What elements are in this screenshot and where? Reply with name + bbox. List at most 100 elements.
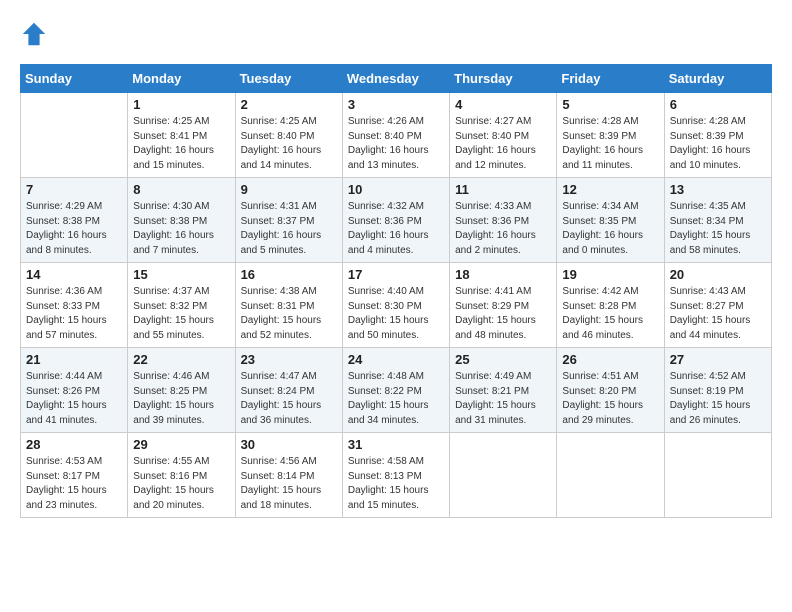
calendar-cell: 2Sunrise: 4:25 AM Sunset: 8:40 PM Daylig… <box>235 93 342 178</box>
calendar-cell: 1 Sunrise: 4:25 AM Sunset: 8:41 PM Daylig… <box>128 93 235 178</box>
weekday-header-friday: Friday <box>557 65 664 93</box>
calendar-cell: 20 Sunrise: 4:43 AM Sunset: 8:27 PM Dayli… <box>664 263 771 348</box>
day-number: 13 <box>670 182 766 197</box>
day-info: Sunrise: 4:36 AM Sunset: 8:33 PM Dayligh… <box>26 285 122 343</box>
day-number: 19 <box>562 267 658 282</box>
day-number: 1 <box>133 97 229 112</box>
calendar-cell: 21Sunrise: 4:44 AM Sunset: 8:26 PM Dayli… <box>21 348 128 433</box>
day-number: 8 <box>133 182 229 197</box>
day-info: Sunrise: 4:35 AM Sunset: 8:34 PM Dayligh… <box>670 200 766 258</box>
weekday-header-wednesday: Wednesday <box>342 65 449 93</box>
weekday-header-row: SundayMondayTuesdayWednesdayThursdayFrid… <box>21 65 772 93</box>
day-number: 20 <box>670 267 766 282</box>
calendar-cell: 5Sunrise: 4:28 AM Sunset: 8:39 PM Daylig… <box>557 93 664 178</box>
day-info: Sunrise: 4:27 AM Sunset: 8:40 PM Dayligh… <box>455 115 551 173</box>
calendar-cell: 25 Sunrise: 4:49 AM Sunset: 8:21 PM Dayli… <box>450 348 557 433</box>
calendar-cell: 24 Sunrise: 4:48 AM Sunset: 8:22 PM Dayli… <box>342 348 449 433</box>
calendar-cell: 30 Sunrise: 4:56 AM Sunset: 8:14 PM Dayli… <box>235 433 342 518</box>
day-number: 25 <box>455 352 551 367</box>
calendar-cell <box>664 433 771 518</box>
day-number: 29 <box>133 437 229 452</box>
day-info: Sunrise: 4:48 AM Sunset: 8:22 PM Dayligh… <box>348 370 444 428</box>
calendar-week-row: 1 Sunrise: 4:25 AM Sunset: 8:41 PM Daylig… <box>21 93 772 178</box>
calendar-cell: 16 Sunrise: 4:38 AM Sunset: 8:31 PM Dayli… <box>235 263 342 348</box>
calendar-cell: 11 Sunrise: 4:33 AM Sunset: 8:36 PM Dayli… <box>450 178 557 263</box>
logo <box>20 20 52 48</box>
day-number: 6 <box>670 97 766 112</box>
day-number: 9 <box>241 182 337 197</box>
day-info: Sunrise: 4:46 AM Sunset: 8:25 PM Dayligh… <box>133 370 229 428</box>
calendar-cell <box>450 433 557 518</box>
calendar-cell: 29 Sunrise: 4:55 AM Sunset: 8:16 PM Dayli… <box>128 433 235 518</box>
calendar-cell: 13 Sunrise: 4:35 AM Sunset: 8:34 PM Dayli… <box>664 178 771 263</box>
calendar-week-row: 14 Sunrise: 4:36 AM Sunset: 8:33 PM Dayli… <box>21 263 772 348</box>
day-info: Sunrise: 4:49 AM Sunset: 8:21 PM Dayligh… <box>455 370 551 428</box>
calendar-cell <box>21 93 128 178</box>
day-number: 28 <box>26 437 122 452</box>
day-info: Sunrise: 4:32 AM Sunset: 8:36 PM Dayligh… <box>348 200 444 258</box>
day-number: 5 <box>562 97 658 112</box>
day-number: 2 <box>241 97 337 112</box>
weekday-header-thursday: Thursday <box>450 65 557 93</box>
day-number: 22 <box>133 352 229 367</box>
day-info: Sunrise: 4:25 AM Sunset: 8:41 PM Dayligh… <box>133 115 229 173</box>
calendar-cell <box>557 433 664 518</box>
day-number: 24 <box>348 352 444 367</box>
day-number: 15 <box>133 267 229 282</box>
day-info: Sunrise: 4:34 AM Sunset: 8:35 PM Dayligh… <box>562 200 658 258</box>
day-info: Sunrise: 4:40 AM Sunset: 8:30 PM Dayligh… <box>348 285 444 343</box>
day-number: 7 <box>26 182 122 197</box>
calendar-cell: 15 Sunrise: 4:37 AM Sunset: 8:32 PM Dayli… <box>128 263 235 348</box>
weekday-header-monday: Monday <box>128 65 235 93</box>
calendar-cell: 18 Sunrise: 4:41 AM Sunset: 8:29 PM Dayli… <box>450 263 557 348</box>
day-number: 26 <box>562 352 658 367</box>
day-number: 21 <box>26 352 122 367</box>
day-info: Sunrise: 4:33 AM Sunset: 8:36 PM Dayligh… <box>455 200 551 258</box>
calendar-cell: 26 Sunrise: 4:51 AM Sunset: 8:20 PM Dayli… <box>557 348 664 433</box>
calendar-cell: 14 Sunrise: 4:36 AM Sunset: 8:33 PM Dayli… <box>21 263 128 348</box>
calendar-body: 1 Sunrise: 4:25 AM Sunset: 8:41 PM Daylig… <box>21 93 772 518</box>
calendar-table: SundayMondayTuesdayWednesdayThursdayFrid… <box>20 64 772 518</box>
day-number: 11 <box>455 182 551 197</box>
calendar-cell: 27Sunrise: 4:52 AM Sunset: 8:19 PM Dayli… <box>664 348 771 433</box>
day-info: Sunrise: 4:31 AM Sunset: 8:37 PM Dayligh… <box>241 200 337 258</box>
day-number: 10 <box>348 182 444 197</box>
calendar-cell: 9 Sunrise: 4:31 AM Sunset: 8:37 PM Daylig… <box>235 178 342 263</box>
weekday-header-sunday: Sunday <box>21 65 128 93</box>
calendar-cell: 31Sunrise: 4:58 AM Sunset: 8:13 PM Dayli… <box>342 433 449 518</box>
day-number: 12 <box>562 182 658 197</box>
day-info: Sunrise: 4:52 AM Sunset: 8:19 PM Dayligh… <box>670 370 766 428</box>
day-info: Sunrise: 4:37 AM Sunset: 8:32 PM Dayligh… <box>133 285 229 343</box>
day-info: Sunrise: 4:29 AM Sunset: 8:38 PM Dayligh… <box>26 200 122 258</box>
day-number: 4 <box>455 97 551 112</box>
day-info: Sunrise: 4:43 AM Sunset: 8:27 PM Dayligh… <box>670 285 766 343</box>
calendar-cell: 12 Sunrise: 4:34 AM Sunset: 8:35 PM Dayli… <box>557 178 664 263</box>
day-info: Sunrise: 4:41 AM Sunset: 8:29 PM Dayligh… <box>455 285 551 343</box>
day-number: 18 <box>455 267 551 282</box>
calendar-week-row: 7 Sunrise: 4:29 AM Sunset: 8:38 PM Daylig… <box>21 178 772 263</box>
calendar-cell: 19 Sunrise: 4:42 AM Sunset: 8:28 PM Dayli… <box>557 263 664 348</box>
calendar-cell: 6Sunrise: 4:28 AM Sunset: 8:39 PM Daylig… <box>664 93 771 178</box>
day-info: Sunrise: 4:42 AM Sunset: 8:28 PM Dayligh… <box>562 285 658 343</box>
day-number: 14 <box>26 267 122 282</box>
day-info: Sunrise: 4:51 AM Sunset: 8:20 PM Dayligh… <box>562 370 658 428</box>
page-header <box>20 20 772 48</box>
day-number: 31 <box>348 437 444 452</box>
day-info: Sunrise: 4:55 AM Sunset: 8:16 PM Dayligh… <box>133 455 229 513</box>
day-info: Sunrise: 4:56 AM Sunset: 8:14 PM Dayligh… <box>241 455 337 513</box>
calendar-cell: 3Sunrise: 4:26 AM Sunset: 8:40 PM Daylig… <box>342 93 449 178</box>
calendar-header: SundayMondayTuesdayWednesdayThursdayFrid… <box>21 65 772 93</box>
calendar-cell: 17 Sunrise: 4:40 AM Sunset: 8:30 PM Dayli… <box>342 263 449 348</box>
day-number: 17 <box>348 267 444 282</box>
calendar-week-row: 28 Sunrise: 4:53 AM Sunset: 8:17 PM Dayli… <box>21 433 772 518</box>
weekday-header-saturday: Saturday <box>664 65 771 93</box>
calendar-cell: 10 Sunrise: 4:32 AM Sunset: 8:36 PM Dayli… <box>342 178 449 263</box>
day-number: 23 <box>241 352 337 367</box>
calendar-cell: 7 Sunrise: 4:29 AM Sunset: 8:38 PM Daylig… <box>21 178 128 263</box>
calendar-cell: 22 Sunrise: 4:46 AM Sunset: 8:25 PM Dayli… <box>128 348 235 433</box>
day-info: Sunrise: 4:53 AM Sunset: 8:17 PM Dayligh… <box>26 455 122 513</box>
day-number: 16 <box>241 267 337 282</box>
day-info: Sunrise: 4:38 AM Sunset: 8:31 PM Dayligh… <box>241 285 337 343</box>
day-number: 30 <box>241 437 337 452</box>
weekday-header-tuesday: Tuesday <box>235 65 342 93</box>
